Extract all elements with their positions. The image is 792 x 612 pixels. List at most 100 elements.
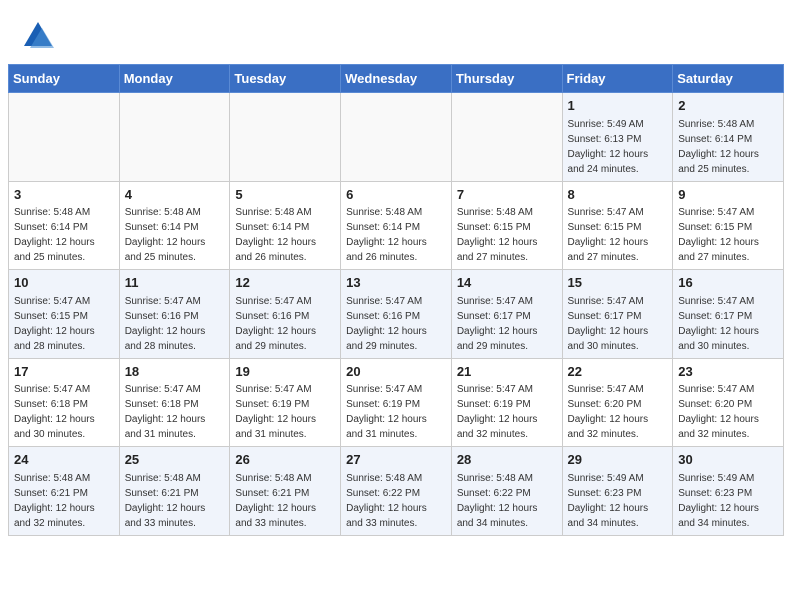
day-cell-20: 20 Sunrise: 5:47 AM Sunset: 6:19 PM Dayli… xyxy=(341,358,452,447)
day-cell-7: 7 Sunrise: 5:48 AM Sunset: 6:15 PM Daylig… xyxy=(451,181,562,270)
day-info: Sunrise: 5:48 AM Sunset: 6:14 PM Dayligh… xyxy=(125,207,206,263)
day-header-wednesday: Wednesday xyxy=(341,65,452,93)
day-info: Sunrise: 5:48 AM Sunset: 6:14 PM Dayligh… xyxy=(14,207,95,263)
day-info: Sunrise: 5:48 AM Sunset: 6:21 PM Dayligh… xyxy=(14,473,95,529)
day-header-sunday: Sunday xyxy=(9,65,120,93)
day-info: Sunrise: 5:47 AM Sunset: 6:16 PM Dayligh… xyxy=(346,296,427,352)
day-number: 9 xyxy=(678,186,778,204)
day-number: 7 xyxy=(457,186,557,204)
day-number: 1 xyxy=(568,97,668,115)
day-info: Sunrise: 5:48 AM Sunset: 6:21 PM Dayligh… xyxy=(125,473,206,529)
day-cell-26: 26 Sunrise: 5:48 AM Sunset: 6:21 PM Dayli… xyxy=(230,447,341,536)
week-row-5: 24Sunrise: 5:48 AM Sunset: 6:21 PM Dayli… xyxy=(9,447,784,536)
day-cell-3: 3 Sunrise: 5:48 AM Sunset: 6:14 PM Daylig… xyxy=(9,181,120,270)
day-info: Sunrise: 5:48 AM Sunset: 6:14 PM Dayligh… xyxy=(346,207,427,263)
day-cell-30: 30 Sunrise: 5:49 AM Sunset: 6:23 PM Dayli… xyxy=(673,447,784,536)
day-cell-16: 16 Sunrise: 5:47 AM Sunset: 6:17 PM Dayli… xyxy=(673,270,784,359)
day-cell-8: 8 Sunrise: 5:47 AM Sunset: 6:15 PM Daylig… xyxy=(562,181,673,270)
day-cell-22: 22Sunrise: 5:47 AM Sunset: 6:20 PM Dayli… xyxy=(562,358,673,447)
calendar-header: SundayMondayTuesdayWednesdayThursdayFrid… xyxy=(9,65,784,93)
day-info: Sunrise: 5:49 AM Sunset: 6:13 PM Dayligh… xyxy=(568,119,649,175)
day-header-monday: Monday xyxy=(119,65,230,93)
day-info: Sunrise: 5:48 AM Sunset: 6:15 PM Dayligh… xyxy=(457,207,538,263)
day-number: 3 xyxy=(14,186,114,204)
calendar-table: SundayMondayTuesdayWednesdayThursdayFrid… xyxy=(8,64,784,536)
day-cell-1: 1 Sunrise: 5:49 AM Sunset: 6:13 PM Daylig… xyxy=(562,93,673,182)
day-number: 11 xyxy=(125,274,225,292)
day-number: 29 xyxy=(568,451,668,469)
day-number: 6 xyxy=(346,186,446,204)
day-number: 27 xyxy=(346,451,446,469)
day-cell-18: 18Sunrise: 5:47 AM Sunset: 6:18 PM Dayli… xyxy=(119,358,230,447)
day-info: Sunrise: 5:47 AM Sunset: 6:18 PM Dayligh… xyxy=(125,384,206,440)
empty-cell xyxy=(230,93,341,182)
day-number: 2 xyxy=(678,97,778,115)
day-number: 15 xyxy=(568,274,668,292)
day-cell-4: 4 Sunrise: 5:48 AM Sunset: 6:14 PM Daylig… xyxy=(119,181,230,270)
logo-icon xyxy=(20,18,56,54)
header xyxy=(0,0,792,64)
day-number: 4 xyxy=(125,186,225,204)
day-number: 23 xyxy=(678,363,778,381)
day-number: 30 xyxy=(678,451,778,469)
day-cell-29: 29 Sunrise: 5:49 AM Sunset: 6:23 PM Dayli… xyxy=(562,447,673,536)
day-cell-10: 10 Sunrise: 5:47 AM Sunset: 6:15 PM Dayli… xyxy=(9,270,120,359)
day-info: Sunrise: 5:47 AM Sunset: 6:16 PM Dayligh… xyxy=(125,296,206,352)
day-number: 26 xyxy=(235,451,335,469)
day-info: Sunrise: 5:49 AM Sunset: 6:23 PM Dayligh… xyxy=(678,473,759,529)
day-info: Sunrise: 5:47 AM Sunset: 6:18 PM Dayligh… xyxy=(14,384,95,440)
logo xyxy=(20,18,62,54)
day-info: Sunrise: 5:47 AM Sunset: 6:15 PM Dayligh… xyxy=(14,296,95,352)
day-number: 8 xyxy=(568,186,668,204)
day-number: 16 xyxy=(678,274,778,292)
day-header-saturday: Saturday xyxy=(673,65,784,93)
day-info: Sunrise: 5:47 AM Sunset: 6:17 PM Dayligh… xyxy=(678,296,759,352)
day-cell-23: 23Sunrise: 5:47 AM Sunset: 6:20 PM Dayli… xyxy=(673,358,784,447)
week-row-1: 1 Sunrise: 5:49 AM Sunset: 6:13 PM Daylig… xyxy=(9,93,784,182)
day-cell-21: 21Sunrise: 5:47 AM Sunset: 6:19 PM Dayli… xyxy=(451,358,562,447)
day-number: 14 xyxy=(457,274,557,292)
day-info: Sunrise: 5:47 AM Sunset: 6:15 PM Dayligh… xyxy=(678,207,759,263)
day-cell-27: 27 Sunrise: 5:48 AM Sunset: 6:22 PM Dayli… xyxy=(341,447,452,536)
day-number: 10 xyxy=(14,274,114,292)
calendar-wrapper: SundayMondayTuesdayWednesdayThursdayFrid… xyxy=(0,64,792,546)
calendar-body: 1 Sunrise: 5:49 AM Sunset: 6:13 PM Daylig… xyxy=(9,93,784,536)
day-info: Sunrise: 5:48 AM Sunset: 6:22 PM Dayligh… xyxy=(457,473,538,529)
day-info: Sunrise: 5:47 AM Sunset: 6:19 PM Dayligh… xyxy=(346,384,427,440)
day-cell-25: 25Sunrise: 5:48 AM Sunset: 6:21 PM Dayli… xyxy=(119,447,230,536)
day-info: Sunrise: 5:48 AM Sunset: 6:21 PM Dayligh… xyxy=(235,473,316,529)
day-cell-19: 19 Sunrise: 5:47 AM Sunset: 6:19 PM Dayli… xyxy=(230,358,341,447)
day-number: 5 xyxy=(235,186,335,204)
empty-cell xyxy=(119,93,230,182)
day-cell-14: 14 Sunrise: 5:47 AM Sunset: 6:17 PM Dayli… xyxy=(451,270,562,359)
day-cell-11: 11 Sunrise: 5:47 AM Sunset: 6:16 PM Dayli… xyxy=(119,270,230,359)
day-info: Sunrise: 5:48 AM Sunset: 6:14 PM Dayligh… xyxy=(235,207,316,263)
day-cell-12: 12Sunrise: 5:47 AM Sunset: 6:16 PM Dayli… xyxy=(230,270,341,359)
day-info: Sunrise: 5:48 AM Sunset: 6:14 PM Dayligh… xyxy=(678,119,759,175)
week-row-2: 3 Sunrise: 5:48 AM Sunset: 6:14 PM Daylig… xyxy=(9,181,784,270)
day-cell-9: 9 Sunrise: 5:47 AM Sunset: 6:15 PM Daylig… xyxy=(673,181,784,270)
week-row-4: 17 Sunrise: 5:47 AM Sunset: 6:18 PM Dayli… xyxy=(9,358,784,447)
day-cell-15: 15 Sunrise: 5:47 AM Sunset: 6:17 PM Dayli… xyxy=(562,270,673,359)
day-cell-6: 6 Sunrise: 5:48 AM Sunset: 6:14 PM Daylig… xyxy=(341,181,452,270)
day-cell-24: 24Sunrise: 5:48 AM Sunset: 6:21 PM Dayli… xyxy=(9,447,120,536)
day-info: Sunrise: 5:49 AM Sunset: 6:23 PM Dayligh… xyxy=(568,473,649,529)
empty-cell xyxy=(341,93,452,182)
day-info: Sunrise: 5:47 AM Sunset: 6:17 PM Dayligh… xyxy=(457,296,538,352)
day-number: 28 xyxy=(457,451,557,469)
day-header-friday: Friday xyxy=(562,65,673,93)
day-info: Sunrise: 5:47 AM Sunset: 6:19 PM Dayligh… xyxy=(457,384,538,440)
day-header-tuesday: Tuesday xyxy=(230,65,341,93)
day-number: 22 xyxy=(568,363,668,381)
day-info: Sunrise: 5:48 AM Sunset: 6:22 PM Dayligh… xyxy=(346,473,427,529)
day-number: 19 xyxy=(235,363,335,381)
day-number: 20 xyxy=(346,363,446,381)
day-cell-2: 2 Sunrise: 5:48 AM Sunset: 6:14 PM Daylig… xyxy=(673,93,784,182)
day-cell-13: 13Sunrise: 5:47 AM Sunset: 6:16 PM Dayli… xyxy=(341,270,452,359)
day-info: Sunrise: 5:47 AM Sunset: 6:19 PM Dayligh… xyxy=(235,384,316,440)
day-info: Sunrise: 5:47 AM Sunset: 6:17 PM Dayligh… xyxy=(568,296,649,352)
day-info: Sunrise: 5:47 AM Sunset: 6:15 PM Dayligh… xyxy=(568,207,649,263)
day-cell-5: 5 Sunrise: 5:48 AM Sunset: 6:14 PM Daylig… xyxy=(230,181,341,270)
day-number: 17 xyxy=(14,363,114,381)
empty-cell xyxy=(9,93,120,182)
